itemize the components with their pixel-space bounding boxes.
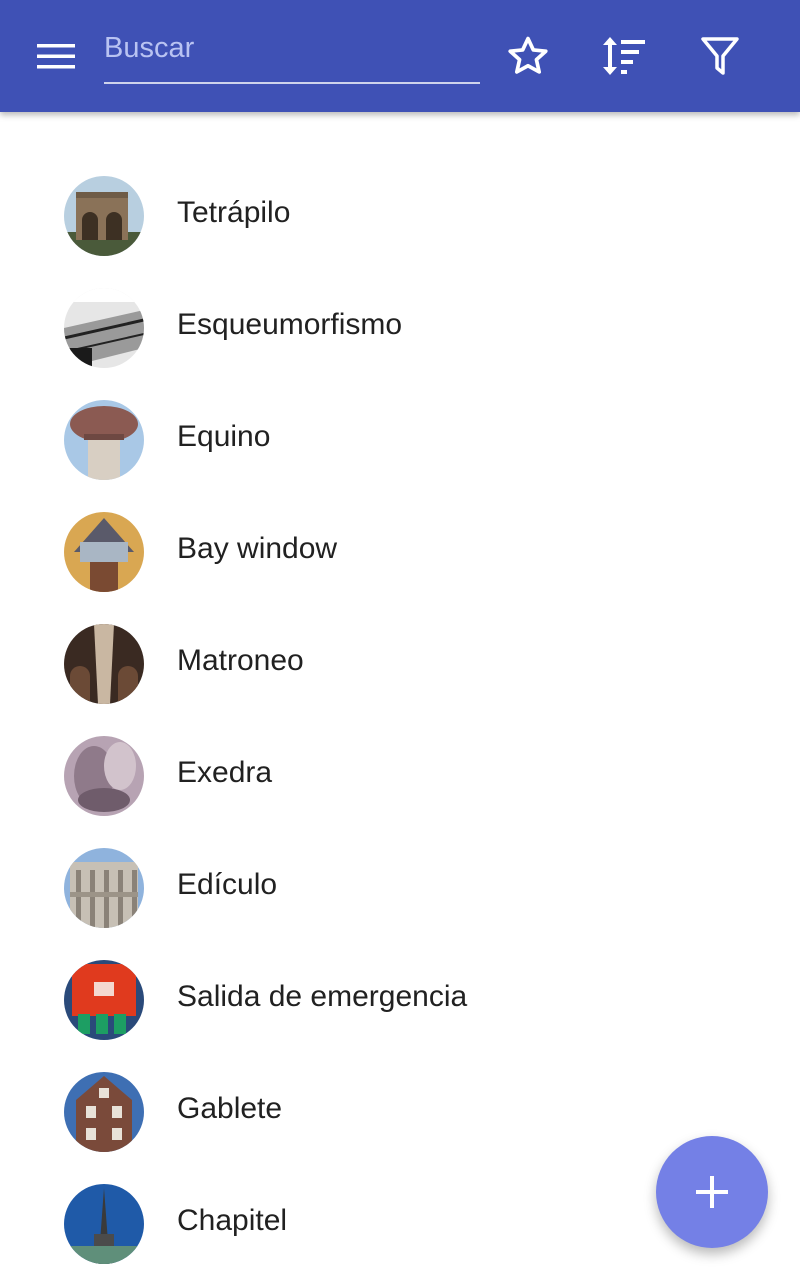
add-button[interactable] <box>656 1136 768 1248</box>
thumbnail <box>64 1072 144 1152</box>
favorites-button[interactable] <box>500 28 556 84</box>
thumbnail <box>64 176 144 256</box>
star-icon <box>508 36 548 74</box>
list-item-label: Matroneo <box>177 644 304 677</box>
list-item[interactable]: Equino <box>0 384 800 496</box>
list-item-label: Chapitel <box>177 1204 288 1237</box>
list-item[interactable]: Exedra <box>0 720 800 832</box>
menu-icon <box>37 44 75 69</box>
search-input[interactable] <box>104 28 474 68</box>
list-item[interactable]: Salida de emergencia <box>0 944 800 1056</box>
sort-button[interactable] <box>596 28 652 84</box>
plus-icon <box>696 1176 728 1208</box>
list-item-label: Gablete <box>177 1092 283 1125</box>
list-item[interactable]: Edículo <box>0 832 800 944</box>
thumbnail <box>64 512 144 592</box>
thumbnail <box>64 1184 144 1264</box>
thumbnail <box>64 288 144 368</box>
list-item[interactable]: Bay window <box>0 496 800 608</box>
list-item-label: Tetrápilo <box>177 196 291 229</box>
list-item[interactable]: Esqueumorfismo <box>0 272 800 384</box>
list-item-label: Edículo <box>177 868 278 901</box>
list-item-label: Esqueumorfismo <box>177 308 403 341</box>
list-item-label: Salida de emergencia <box>177 980 468 1013</box>
term-list: Tetrápilo Esqueumorfismo Equino Bay wind… <box>0 160 800 1280</box>
list-item-label: Equino <box>177 420 271 453</box>
thumbnail <box>64 848 144 928</box>
menu-button[interactable] <box>22 30 90 82</box>
list-item[interactable]: Matroneo <box>0 608 800 720</box>
thumbnail <box>64 736 144 816</box>
thumbnail <box>64 960 144 1040</box>
list-item[interactable]: Tetrápilo <box>0 160 800 272</box>
app-bar <box>0 0 800 112</box>
thumbnail <box>64 400 144 480</box>
search-field <box>104 22 480 84</box>
sort-icon <box>603 37 645 75</box>
list-item-label: Exedra <box>177 756 273 789</box>
filter-icon <box>701 37 739 75</box>
filter-button[interactable] <box>692 28 748 84</box>
list-item-label: Bay window <box>177 532 338 565</box>
thumbnail <box>64 624 144 704</box>
